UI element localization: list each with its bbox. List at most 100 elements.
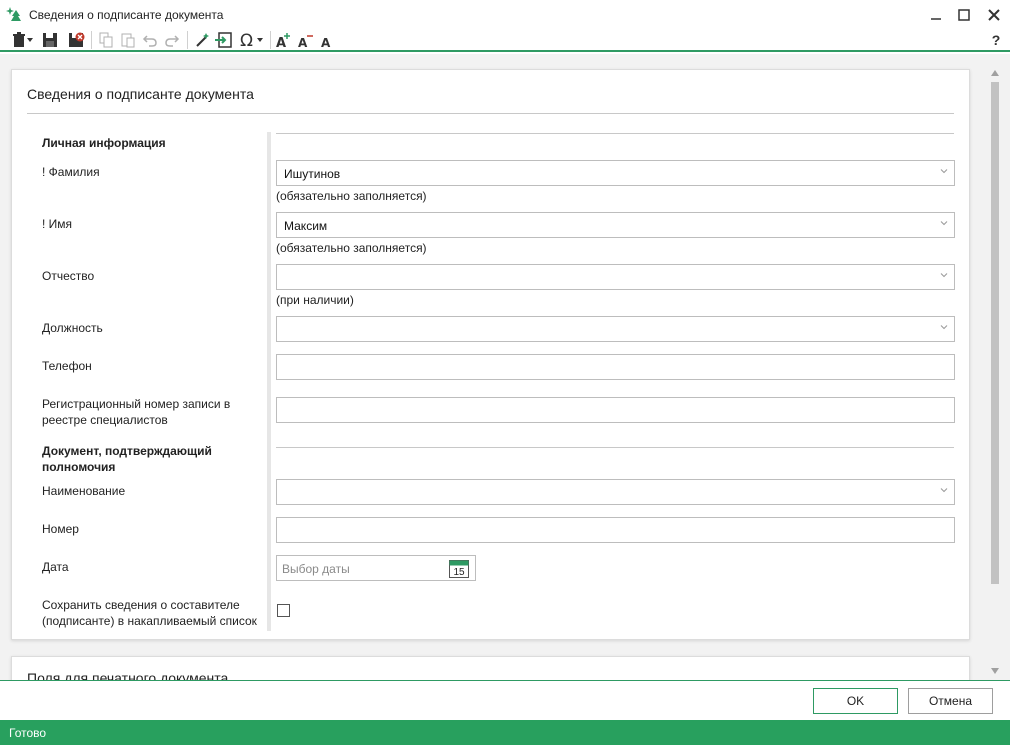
scroll-up-icon[interactable] (990, 68, 1000, 78)
print-fields-card-title[interactable]: Поля для печатного документа (27, 670, 228, 680)
card-title: Сведения о подписанте документа (27, 86, 254, 102)
position-combobox[interactable] (276, 316, 955, 342)
doc-number-label: Номер (42, 522, 79, 536)
vertical-scrollbar[interactable] (990, 68, 1000, 680)
redo-icon (165, 35, 180, 47)
reset-font-button[interactable]: A (317, 30, 337, 50)
minimize-button[interactable] (922, 4, 950, 26)
section-title-authority: Документ, подтверждающий полномочия (42, 443, 262, 475)
import-icon (214, 32, 232, 48)
chevron-down-icon[interactable] (940, 271, 948, 279)
scroll-down-icon[interactable] (990, 666, 1000, 676)
svg-text:Ω: Ω (240, 31, 253, 49)
decrease-font-button[interactable]: A (296, 30, 316, 50)
form-scroll-area[interactable]: Сведения о подписанте документа Личная и… (0, 54, 1010, 680)
undo-button[interactable] (140, 30, 160, 50)
patronymic-label: Отчество (42, 269, 95, 283)
save-option-label-line2: (подписанте) в накапливаемый список (42, 614, 257, 628)
doc-number-input[interactable] (276, 517, 955, 543)
phone-input[interactable] (276, 354, 955, 380)
section-indicator-bar (267, 132, 271, 631)
phone-label: Телефон (42, 359, 92, 373)
autofill-button[interactable] (192, 30, 212, 50)
last-name-hint: (обязательно заполняется) (276, 189, 427, 203)
last-name-label: ! Фамилия (42, 165, 100, 179)
magic-wand-icon (196, 33, 209, 47)
print-fields-card: Поля для печатного документа (11, 656, 970, 680)
patronymic-hint: (при наличии) (276, 293, 354, 307)
doc-name-combobox[interactable] (276, 479, 955, 505)
save-to-list-checkbox[interactable] (277, 604, 290, 617)
authority-title-line2: полномочия (42, 460, 116, 474)
doc-date-label: Дата (42, 560, 69, 574)
dropdown-arrow-icon (257, 38, 263, 42)
calendar-icon[interactable]: 15 (449, 559, 469, 578)
paste-icon (121, 33, 135, 48)
increase-font-button[interactable]: A (274, 30, 294, 50)
save-option-label-line1: Сохранить сведения о составителе (42, 598, 240, 612)
save-button[interactable] (40, 30, 60, 50)
svg-text:A: A (321, 36, 331, 49)
window-title: Сведения о подписанте документа (29, 8, 224, 22)
cancel-button[interactable]: Отмена (908, 688, 993, 714)
last-name-combobox[interactable]: Ишутинов (276, 160, 955, 186)
omega-icon: Ω (240, 31, 253, 49)
close-icon (988, 9, 1000, 21)
ok-button[interactable]: OK (813, 688, 898, 714)
delete-dropdown-button[interactable] (8, 30, 36, 50)
reg-number-input[interactable] (276, 397, 955, 423)
patronymic-combobox[interactable] (276, 264, 955, 290)
toolbar-separator (91, 31, 92, 49)
toolbar-separator (187, 31, 188, 49)
save-close-button[interactable] (66, 30, 86, 50)
dropdown-arrow-icon (27, 38, 33, 42)
import-button[interactable] (213, 30, 233, 50)
font-increase-icon: A (276, 33, 290, 49)
font-decrease-icon: A (298, 35, 313, 49)
reg-number-label-line2: реестре специалистов (42, 413, 168, 427)
save-icon (43, 33, 57, 47)
first-name-label: ! Имя (42, 217, 73, 231)
toolbar-separator (270, 31, 271, 49)
section-title-personal: Личная информация (42, 136, 166, 150)
save-option-label: Сохранить сведения о составителе (подпис… (42, 597, 262, 629)
chevron-down-icon[interactable] (940, 323, 948, 331)
redo-button[interactable] (162, 30, 182, 50)
chevron-down-icon[interactable] (940, 167, 948, 175)
help-button[interactable]: ? (986, 30, 1006, 50)
title-bar: Сведения о подписанте документа (0, 0, 1010, 28)
trash-icon (13, 32, 25, 47)
maximize-icon (958, 9, 970, 21)
reg-number-label: Регистрационный номер записи в реестре с… (42, 396, 262, 428)
doc-date-picker[interactable]: Выбор даты 15 (276, 555, 476, 581)
first-name-combobox[interactable]: Максим (276, 212, 955, 238)
status-bar: Готово (0, 720, 1010, 745)
authority-title-line1: Документ, подтверждающий (42, 444, 212, 458)
toolbar: Ω A A A ? (0, 28, 1010, 52)
app-logo-icon (6, 7, 21, 21)
paste-button[interactable] (118, 30, 138, 50)
undo-icon (142, 35, 157, 47)
close-button[interactable] (980, 4, 1008, 26)
svg-text:A: A (298, 36, 308, 49)
special-chars-button[interactable]: Ω (237, 30, 265, 50)
date-placeholder: Выбор даты (282, 562, 350, 576)
reg-number-label-line1: Регистрационный номер записи в (42, 397, 231, 411)
minimize-icon (931, 18, 941, 20)
chevron-down-icon[interactable] (940, 219, 948, 227)
copy-button[interactable] (96, 30, 116, 50)
dialog-footer: OK Отмена (0, 680, 1010, 720)
chevron-down-icon[interactable] (940, 486, 948, 494)
svg-text:A: A (276, 36, 286, 49)
copy-icon (99, 32, 113, 48)
maximize-button[interactable] (950, 4, 978, 26)
save-close-icon (68, 32, 84, 47)
signer-info-card: Сведения о подписанте документа Личная и… (11, 69, 970, 640)
status-text: Готово (9, 726, 47, 740)
first-name-hint: (обязательно заполняется) (276, 241, 427, 255)
divider (27, 113, 954, 114)
first-name-value: Максим (284, 219, 328, 233)
scrollbar-thumb[interactable] (991, 82, 999, 584)
position-label: Должность (42, 321, 103, 335)
divider (276, 447, 954, 448)
